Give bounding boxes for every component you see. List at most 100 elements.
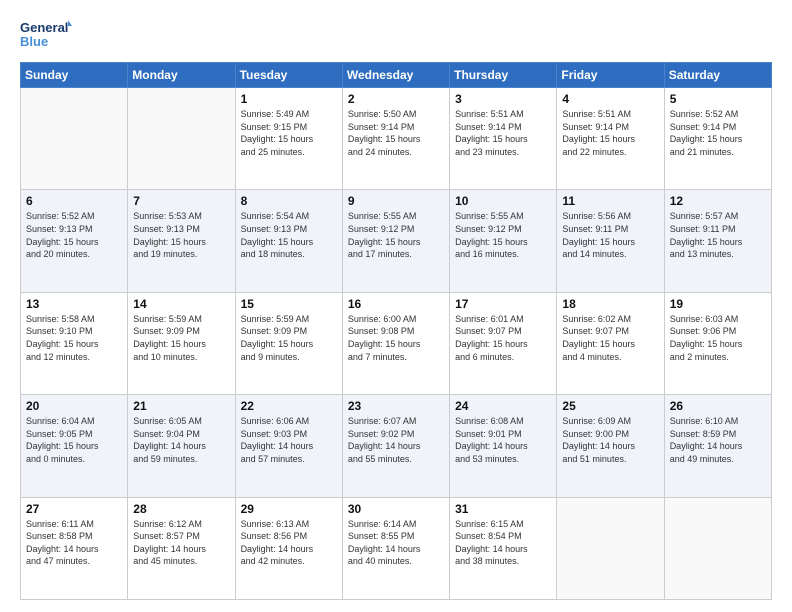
weekday-header-wednesday: Wednesday (342, 63, 449, 88)
day-detail: Sunrise: 6:09 AM Sunset: 9:00 PM Dayligh… (562, 415, 658, 465)
logo-svg: General Blue (20, 16, 72, 52)
day-number: 6 (26, 194, 122, 208)
day-detail: Sunrise: 5:58 AM Sunset: 9:10 PM Dayligh… (26, 313, 122, 363)
calendar-cell: 14 Sunrise: 5:59 AM Sunset: 9:09 PM Dayli… (128, 292, 235, 394)
week-row-4: 20 Sunrise: 6:04 AM Sunset: 9:05 PM Dayli… (21, 395, 772, 497)
calendar-cell: 24Sunrise: 6:08 AM Sunset: 9:01 PM Dayli… (450, 395, 557, 497)
day-detail: Sunrise: 6:08 AM Sunset: 9:01 PM Dayligh… (455, 415, 551, 465)
day-detail: Sunrise: 5:51 AM Sunset: 9:14 PM Dayligh… (562, 108, 658, 158)
day-detail: Sunrise: 5:59 AM Sunset: 9:09 PM Dayligh… (241, 313, 337, 363)
calendar-cell: 4 Sunrise: 5:51 AM Sunset: 9:14 PM Daylig… (557, 88, 664, 190)
day-number: 25 (562, 399, 658, 413)
calendar-cell: 20 Sunrise: 6:04 AM Sunset: 9:05 PM Dayli… (21, 395, 128, 497)
calendar-cell (664, 497, 771, 599)
day-number: 18 (562, 297, 658, 311)
day-detail: Sunrise: 6:01 AM Sunset: 9:07 PM Dayligh… (455, 313, 551, 363)
day-detail: Sunrise: 5:51 AM Sunset: 9:14 PM Dayligh… (455, 108, 551, 158)
calendar-cell: 21 Sunrise: 6:05 AM Sunset: 9:04 PM Dayli… (128, 395, 235, 497)
day-detail: Sunrise: 5:55 AM Sunset: 9:12 PM Dayligh… (455, 210, 551, 260)
calendar-cell: 8 Sunrise: 5:54 AM Sunset: 9:13 PM Daylig… (235, 190, 342, 292)
day-number: 31 (455, 502, 551, 516)
weekday-header-monday: Monday (128, 63, 235, 88)
page-header: General Blue (20, 16, 772, 52)
calendar-cell: 3 Sunrise: 5:51 AM Sunset: 9:14 PM Daylig… (450, 88, 557, 190)
day-number: 7 (133, 194, 229, 208)
day-number: 5 (670, 92, 766, 106)
calendar-cell (557, 497, 664, 599)
day-number: 26 (670, 399, 766, 413)
day-number: 11 (562, 194, 658, 208)
day-detail: Sunrise: 6:05 AM Sunset: 9:04 PM Dayligh… (133, 415, 229, 465)
week-row-5: 27 Sunrise: 6:11 AM Sunset: 8:58 PM Dayli… (21, 497, 772, 599)
calendar-cell (128, 88, 235, 190)
calendar-cell: 2Sunrise: 5:50 AM Sunset: 9:14 PM Daylig… (342, 88, 449, 190)
day-number: 15 (241, 297, 337, 311)
day-number: 19 (670, 297, 766, 311)
day-detail: Sunrise: 5:57 AM Sunset: 9:11 PM Dayligh… (670, 210, 766, 260)
day-detail: Sunrise: 6:07 AM Sunset: 9:02 PM Dayligh… (348, 415, 444, 465)
day-number: 21 (133, 399, 229, 413)
day-detail: Sunrise: 5:54 AM Sunset: 9:13 PM Dayligh… (241, 210, 337, 260)
logo: General Blue (20, 16, 72, 52)
calendar-cell: 15 Sunrise: 5:59 AM Sunset: 9:09 PM Dayli… (235, 292, 342, 394)
calendar-cell: 7Sunrise: 5:53 AM Sunset: 9:13 PM Daylig… (128, 190, 235, 292)
calendar-cell: 28Sunrise: 6:12 AM Sunset: 8:57 PM Dayli… (128, 497, 235, 599)
week-row-2: 6 Sunrise: 5:52 AM Sunset: 9:13 PM Daylig… (21, 190, 772, 292)
day-detail: Sunrise: 6:15 AM Sunset: 8:54 PM Dayligh… (455, 518, 551, 568)
calendar-cell (21, 88, 128, 190)
weekday-header-sunday: Sunday (21, 63, 128, 88)
weekday-header-tuesday: Tuesday (235, 63, 342, 88)
calendar-cell: 31 Sunrise: 6:15 AM Sunset: 8:54 PM Dayli… (450, 497, 557, 599)
day-number: 4 (562, 92, 658, 106)
calendar-cell: 11 Sunrise: 5:56 AM Sunset: 9:11 PM Dayli… (557, 190, 664, 292)
calendar-cell: 16Sunrise: 6:00 AM Sunset: 9:08 PM Dayli… (342, 292, 449, 394)
calendar-cell: 26 Sunrise: 6:10 AM Sunset: 8:59 PM Dayli… (664, 395, 771, 497)
weekday-header-saturday: Saturday (664, 63, 771, 88)
day-detail: Sunrise: 6:02 AM Sunset: 9:07 PM Dayligh… (562, 313, 658, 363)
svg-text:Blue: Blue (20, 34, 48, 49)
calendar-cell: 25 Sunrise: 6:09 AM Sunset: 9:00 PM Dayli… (557, 395, 664, 497)
day-number: 2 (348, 92, 444, 106)
day-detail: Sunrise: 5:59 AM Sunset: 9:09 PM Dayligh… (133, 313, 229, 363)
day-detail: Sunrise: 5:52 AM Sunset: 9:13 PM Dayligh… (26, 210, 122, 260)
day-number: 16 (348, 297, 444, 311)
day-detail: Sunrise: 6:04 AM Sunset: 9:05 PM Dayligh… (26, 415, 122, 465)
day-detail: Sunrise: 5:52 AM Sunset: 9:14 PM Dayligh… (670, 108, 766, 158)
day-number: 1 (241, 92, 337, 106)
day-detail: Sunrise: 6:10 AM Sunset: 8:59 PM Dayligh… (670, 415, 766, 465)
calendar-cell: 19 Sunrise: 6:03 AM Sunset: 9:06 PM Dayli… (664, 292, 771, 394)
calendar-cell: 13Sunrise: 5:58 AM Sunset: 9:10 PM Dayli… (21, 292, 128, 394)
day-number: 20 (26, 399, 122, 413)
day-detail: Sunrise: 5:55 AM Sunset: 9:12 PM Dayligh… (348, 210, 444, 260)
day-detail: Sunrise: 6:14 AM Sunset: 8:55 PM Dayligh… (348, 518, 444, 568)
week-row-1: 1 Sunrise: 5:49 AM Sunset: 9:15 PM Daylig… (21, 88, 772, 190)
calendar-cell: 5 Sunrise: 5:52 AM Sunset: 9:14 PM Daylig… (664, 88, 771, 190)
day-number: 3 (455, 92, 551, 106)
day-number: 27 (26, 502, 122, 516)
calendar-body: 1 Sunrise: 5:49 AM Sunset: 9:15 PM Daylig… (21, 88, 772, 600)
day-number: 28 (133, 502, 229, 516)
svg-text:General: General (20, 20, 68, 35)
weekday-header-friday: Friday (557, 63, 664, 88)
day-detail: Sunrise: 6:11 AM Sunset: 8:58 PM Dayligh… (26, 518, 122, 568)
day-detail: Sunrise: 5:49 AM Sunset: 9:15 PM Dayligh… (241, 108, 337, 158)
weekday-header-row: SundayMondayTuesdayWednesdayThursdayFrid… (21, 63, 772, 88)
day-number: 12 (670, 194, 766, 208)
day-number: 8 (241, 194, 337, 208)
calendar-cell: 10 Sunrise: 5:55 AM Sunset: 9:12 PM Dayli… (450, 190, 557, 292)
day-number: 14 (133, 297, 229, 311)
calendar-cell: 6 Sunrise: 5:52 AM Sunset: 9:13 PM Daylig… (21, 190, 128, 292)
day-number: 10 (455, 194, 551, 208)
calendar-cell: 12 Sunrise: 5:57 AM Sunset: 9:11 PM Dayli… (664, 190, 771, 292)
day-number: 9 (348, 194, 444, 208)
day-number: 22 (241, 399, 337, 413)
calendar-table: SundayMondayTuesdayWednesdayThursdayFrid… (20, 62, 772, 600)
day-number: 17 (455, 297, 551, 311)
calendar-cell: 17 Sunrise: 6:01 AM Sunset: 9:07 PM Dayli… (450, 292, 557, 394)
calendar-cell: 9 Sunrise: 5:55 AM Sunset: 9:12 PM Daylig… (342, 190, 449, 292)
day-detail: Sunrise: 6:06 AM Sunset: 9:03 PM Dayligh… (241, 415, 337, 465)
day-detail: Sunrise: 5:56 AM Sunset: 9:11 PM Dayligh… (562, 210, 658, 260)
day-detail: Sunrise: 6:03 AM Sunset: 9:06 PM Dayligh… (670, 313, 766, 363)
week-row-3: 13Sunrise: 5:58 AM Sunset: 9:10 PM Dayli… (21, 292, 772, 394)
calendar-cell: 29Sunrise: 6:13 AM Sunset: 8:56 PM Dayli… (235, 497, 342, 599)
